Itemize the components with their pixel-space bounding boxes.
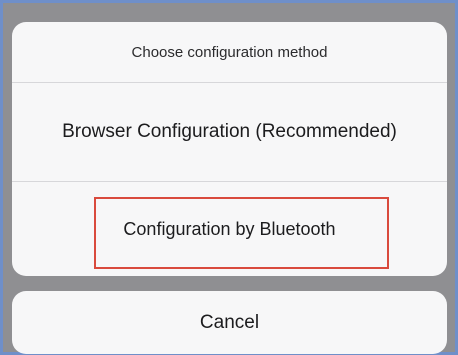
screenshot-frame: Choose configuration method Browser Conf… [0,0,458,355]
action-sheet: Choose configuration method Browser Conf… [12,22,447,276]
browser-configuration-option[interactable]: Browser Configuration (Recommended) [12,83,447,182]
bluetooth-configuration-option[interactable]: Configuration by Bluetooth [12,182,447,276]
cancel-button[interactable]: Cancel [12,291,447,354]
dialog-title: Choose configuration method [12,22,447,83]
